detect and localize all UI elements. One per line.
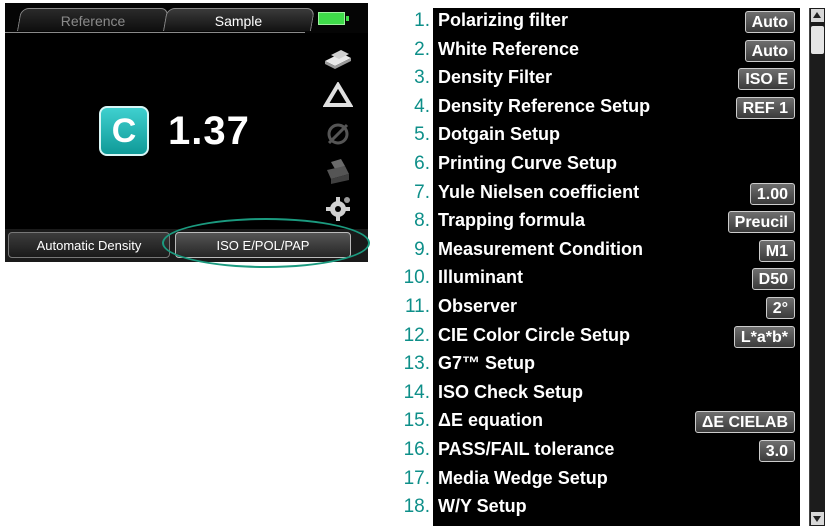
menu-item-value[interactable]: 2° <box>765 297 795 319</box>
menu-item-number: 16. <box>403 439 430 460</box>
menu-item-value[interactable]: D50 <box>751 268 795 290</box>
menu-item-number: 13. <box>403 353 430 374</box>
menu-item[interactable]: Observer 2° <box>433 294 800 322</box>
menu-item-number: 18. <box>403 496 430 517</box>
menu-item-value[interactable]: ISO E <box>738 68 795 90</box>
menu-item-label: ISO Check Setup <box>438 382 584 402</box>
menu-item[interactable]: Density Reference Setup REF 1 <box>433 94 800 122</box>
tab-bar: Reference Sample <box>5 3 368 33</box>
menu-item[interactable]: Polarizing filter Auto <box>433 8 800 36</box>
highlight-ellipse <box>162 218 370 268</box>
menu-item[interactable]: Density Filter ISO E <box>433 65 800 93</box>
printer-icon[interactable] <box>323 158 353 184</box>
scroll-down-arrow-icon[interactable] <box>811 512 824 525</box>
menu-item-number: 15. <box>403 410 430 431</box>
menu-item-number: 12. <box>403 325 430 346</box>
menu-item-label: W/Y Setup <box>438 496 527 516</box>
menu-item-label: G7™ Setup <box>438 353 536 373</box>
menu-scrollbar[interactable] <box>809 8 825 526</box>
settings-menu: 1. 2. 3. 4. 5. 6. 7. 8. 9. 10. 11. 12. 13. 14. 15. 16. 1… <box>378 4 828 526</box>
menu-item-number: 2. <box>414 39 430 60</box>
menu-item[interactable]: Dotgain Setup <box>433 122 800 150</box>
menu-item[interactable]: CIE Color Circle Setup L*a*b* <box>433 323 800 351</box>
menu-list: Polarizing filter Auto White Reference Auto… <box>433 8 800 526</box>
menu-item-value[interactable]: 3.0 <box>758 440 795 462</box>
menu-item-label: Trapping formula <box>438 210 586 230</box>
tab-reference[interactable]: Reference <box>16 8 170 31</box>
menu-item[interactable]: Yule Nielsen coefficient 1.00 <box>433 180 800 208</box>
tab-reference-label: Reference <box>60 13 126 29</box>
menu-item-label: White Reference <box>438 39 580 59</box>
density-value: 1.37 <box>168 109 250 153</box>
triangle-icon[interactable] <box>323 82 353 108</box>
menu-item[interactable]: White Reference Auto <box>433 37 800 65</box>
menu-item-number: 1. <box>414 10 430 31</box>
menu-item-label: Density Reference Setup <box>438 96 651 116</box>
menu-item-number: 3. <box>414 67 430 88</box>
menu-item-label: Printing Curve Setup <box>438 153 618 173</box>
menu-item-value[interactable]: REF 1 <box>735 97 795 119</box>
menu-item-number: 14. <box>403 382 430 403</box>
menu-item-number: 17. <box>403 468 430 489</box>
gear-icon[interactable] <box>323 195 353 221</box>
menu-item-value[interactable]: Auto <box>744 40 795 62</box>
scroll-thumb[interactable] <box>811 26 824 54</box>
menu-item[interactable]: Measurement Condition M1 <box>433 237 800 265</box>
menu-item-number: 6. <box>414 153 430 174</box>
menu-item-label: Dotgain Setup <box>438 124 560 144</box>
menu-item-number: 5. <box>414 124 430 145</box>
menu-item-number: 7. <box>414 182 430 203</box>
tab-divider <box>5 32 305 33</box>
tab-sample[interactable]: Sample <box>162 8 316 31</box>
menu-item-label: Measurement Condition <box>438 239 644 259</box>
menu-item[interactable]: PASS/FAIL tolerance 3.0 <box>433 437 800 465</box>
tab-sample-label: Sample <box>215 13 263 29</box>
menu-item-value[interactable]: 1.00 <box>749 183 795 205</box>
paper-stack-icon[interactable] <box>323 45 353 71</box>
automatic-density-button[interactable]: Automatic Density <box>8 232 170 258</box>
null-circle-icon[interactable] <box>323 121 353 147</box>
menu-item[interactable]: ΔE equation ΔE CIELAB <box>433 408 800 436</box>
menu-item[interactable]: Trapping formula Preucil <box>433 208 800 236</box>
menu-item-value[interactable]: ΔE CIELAB <box>694 411 795 433</box>
menu-item-label: Observer <box>438 296 518 316</box>
cyan-channel-badge[interactable]: C <box>99 106 149 156</box>
menu-item-label: Media Wedge Setup <box>438 468 608 488</box>
menu-item-number: 4. <box>414 96 430 117</box>
menu-item-label: PASS/FAIL tolerance <box>438 439 615 459</box>
menu-item[interactable]: W/Y Setup <box>433 494 800 522</box>
menu-item-label: Yule Nielsen coefficient <box>438 182 640 202</box>
menu-item-value[interactable]: M1 <box>758 240 795 262</box>
menu-item[interactable]: Illuminant D50 <box>433 265 800 293</box>
menu-item-label: CIE Color Circle Setup <box>438 325 631 345</box>
menu-item-number: 10. <box>403 267 430 288</box>
menu-item[interactable]: G7™ Setup <box>433 351 800 379</box>
menu-item-label: Illuminant <box>438 267 523 287</box>
menu-item-label: Density Filter <box>438 67 553 87</box>
menu-item-value[interactable]: L*a*b* <box>733 326 795 348</box>
menu-item-number: 8. <box>414 210 430 231</box>
menu-item[interactable]: Printing Curve Setup <box>433 151 800 179</box>
menu-item-label: Polarizing filter <box>438 10 569 30</box>
menu-item[interactable]: Media Wedge Setup <box>433 466 800 494</box>
menu-item-number: 9. <box>414 239 430 260</box>
menu-item-label: ΔE equation <box>438 410 543 430</box>
menu-item-value[interactable]: Auto <box>744 11 795 33</box>
menu-item[interactable]: ISO Check Setup <box>433 380 800 408</box>
scroll-up-arrow-icon[interactable] <box>811 9 824 22</box>
menu-item-value[interactable]: Preucil <box>727 211 795 233</box>
channel-letter: C <box>111 112 137 150</box>
menu-item-number: 11. <box>404 296 430 317</box>
battery-full-icon <box>318 12 349 25</box>
